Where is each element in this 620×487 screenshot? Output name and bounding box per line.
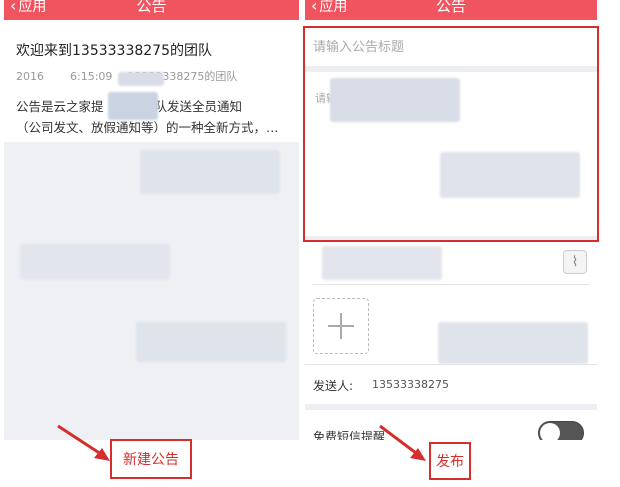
screenshot-root: ‹ 应用 公告 欢迎来到13533338275的团队 2016 6:15:09 1… <box>0 0 620 487</box>
publish-callout: 发布 <box>429 442 471 480</box>
new-notice-callout: 新建公告 <box>110 439 192 479</box>
annotation-arrows <box>57 424 426 461</box>
